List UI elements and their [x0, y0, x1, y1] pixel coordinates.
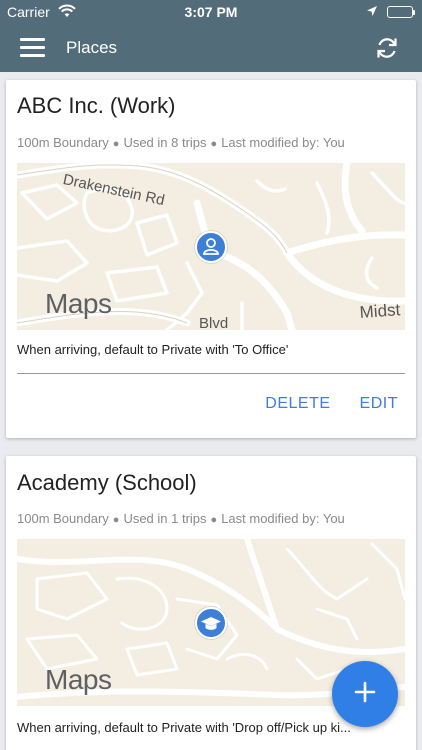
- edit-button[interactable]: EDIT: [360, 395, 398, 413]
- road-label: Blvd: [199, 315, 229, 330]
- delete-button[interactable]: DELETE: [265, 395, 330, 413]
- sync-icon[interactable]: [374, 35, 400, 61]
- maps-logo: Maps: [43, 288, 112, 320]
- bullet-separator: ●: [112, 514, 120, 526]
- trips-count: Used in 8 trips: [123, 135, 207, 150]
- place-card[interactable]: ABC Inc. (Work) 100m Boundary ● Used in 8 …: [6, 80, 416, 438]
- place-name: ABC Inc. (Work): [17, 93, 176, 118]
- bullet-separator: ●: [210, 138, 218, 150]
- road-label: Midst: [359, 300, 401, 322]
- place-meta: 100m Boundary ● Used in 8 trips ● Last modif…: [17, 135, 345, 150]
- menu-icon[interactable]: [20, 38, 45, 58]
- graduation-cap-icon: [195, 607, 227, 639]
- divider: [17, 373, 405, 374]
- person-icon: [195, 231, 227, 263]
- maps-brand-label: Maps: [45, 288, 112, 319]
- place-meta: 100m Boundary ● Used in 1 trips ● Last modif…: [17, 511, 345, 526]
- battery-icon: [387, 6, 415, 18]
- boundary-label: 100m Boundary: [17, 135, 109, 150]
- plus-icon: [354, 681, 376, 708]
- modified-by: Last modified by: You: [221, 511, 345, 526]
- arrival-rule: When arriving, default to Private with '…: [17, 720, 351, 735]
- status-bar: Carrier 3:07 PM: [0, 0, 422, 24]
- clock: 3:07 PM: [184, 4, 238, 20]
- modified-by: Last modified by: You: [221, 135, 345, 150]
- bullet-separator: ●: [112, 138, 120, 150]
- place-map[interactable]: Drakenstein Rd Blvd Midst Maps: [17, 163, 405, 330]
- maps-logo: Maps: [43, 664, 112, 696]
- page-title: Places: [66, 38, 118, 57]
- add-place-button[interactable]: [332, 661, 398, 727]
- maps-brand-label: Maps: [45, 664, 112, 695]
- card-actions: DELETE EDIT: [265, 395, 398, 413]
- trips-count: Used in 1 trips: [123, 511, 207, 526]
- boundary-label: 100m Boundary: [17, 511, 109, 526]
- app-bar: Places: [0, 24, 422, 72]
- arrival-rule: When arriving, default to Private with '…: [17, 342, 289, 357]
- bullet-separator: ●: [210, 514, 218, 526]
- place-name: Academy (School): [17, 470, 197, 495]
- location-arrow-icon: [366, 4, 378, 20]
